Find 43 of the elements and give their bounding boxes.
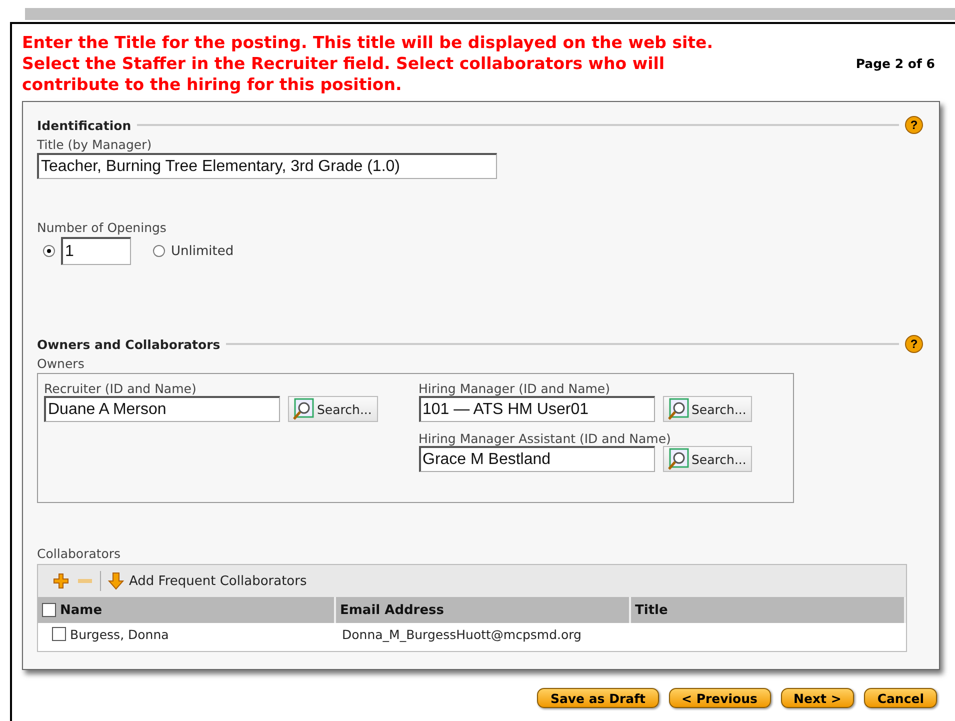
action-button[interactable]: Save as Draft <box>537 688 658 708</box>
search-icon <box>666 448 688 470</box>
field-label: Owners <box>37 356 86 371</box>
instruction-text: Enter the Title for the posting. This title will be displayed on the web site. <box>22 32 714 53</box>
page-indicator: Page 2 of 6 <box>856 56 935 71</box>
column-header: Title <box>635 602 668 618</box>
table-cell: Burgess, Donna <box>70 627 169 642</box>
action-button[interactable]: < Previous <box>668 688 770 708</box>
action-button[interactable]: Next > <box>780 688 854 708</box>
select-all-checkbox[interactable] <box>42 603 56 617</box>
column-header: Name <box>60 602 102 618</box>
search-icon <box>292 398 314 420</box>
column-header: Email Address <box>340 602 444 618</box>
search-icon <box>666 398 688 420</box>
help-button[interactable]: ? <box>905 116 923 134</box>
owner-field[interactable]: Duane A Merson <box>44 396 280 422</box>
radio-label: Unlimited <box>171 244 234 258</box>
section-heading: Identification <box>37 118 132 132</box>
field-label: Hiring Manager Assistant (ID and Name) <box>418 431 672 446</box>
owner-field[interactable]: 101 — ATS HM User01 <box>418 396 654 422</box>
search-button[interactable]: Search... <box>662 446 752 472</box>
field-label: Title (by Manager) <box>37 137 153 152</box>
openings-field[interactable]: 1 <box>61 237 131 265</box>
down-arrow-icon <box>107 572 125 590</box>
add-icon[interactable] <box>52 572 70 590</box>
radio-button[interactable] <box>153 245 165 257</box>
help-button[interactable]: ? <box>905 335 923 353</box>
field-label: Number of Openings <box>37 220 168 235</box>
add-frequent-button[interactable]: Add Frequent Collaborators <box>107 572 307 590</box>
radio-button[interactable] <box>43 245 55 257</box>
title-field[interactable]: Teacher, Burning Tree Elementary, 3rd Grade (1.0) <box>37 153 497 179</box>
field-label: Hiring Manager (ID and Name) <box>418 381 611 396</box>
owner-field[interactable]: Grace M Bestland <box>418 446 654 472</box>
search-button[interactable]: Search... <box>662 396 752 422</box>
action-button[interactable]: Cancel <box>864 688 937 708</box>
field-label: Collaborators <box>37 546 122 561</box>
section-heading: Owners and Collaborators <box>37 336 220 352</box>
search-button[interactable]: Search... <box>288 396 378 422</box>
instruction-text: Select the Staffer in the Recruiter field. Select collaborators who will <box>22 53 666 74</box>
field-label: Recruiter (ID and Name) <box>44 381 198 396</box>
row-checkbox[interactable] <box>52 627 66 641</box>
instruction-text: contribute to the hiring for this position. <box>22 74 403 95</box>
table-cell: Donna_M_BurgessHuott@mcpsmd.org <box>342 627 582 642</box>
